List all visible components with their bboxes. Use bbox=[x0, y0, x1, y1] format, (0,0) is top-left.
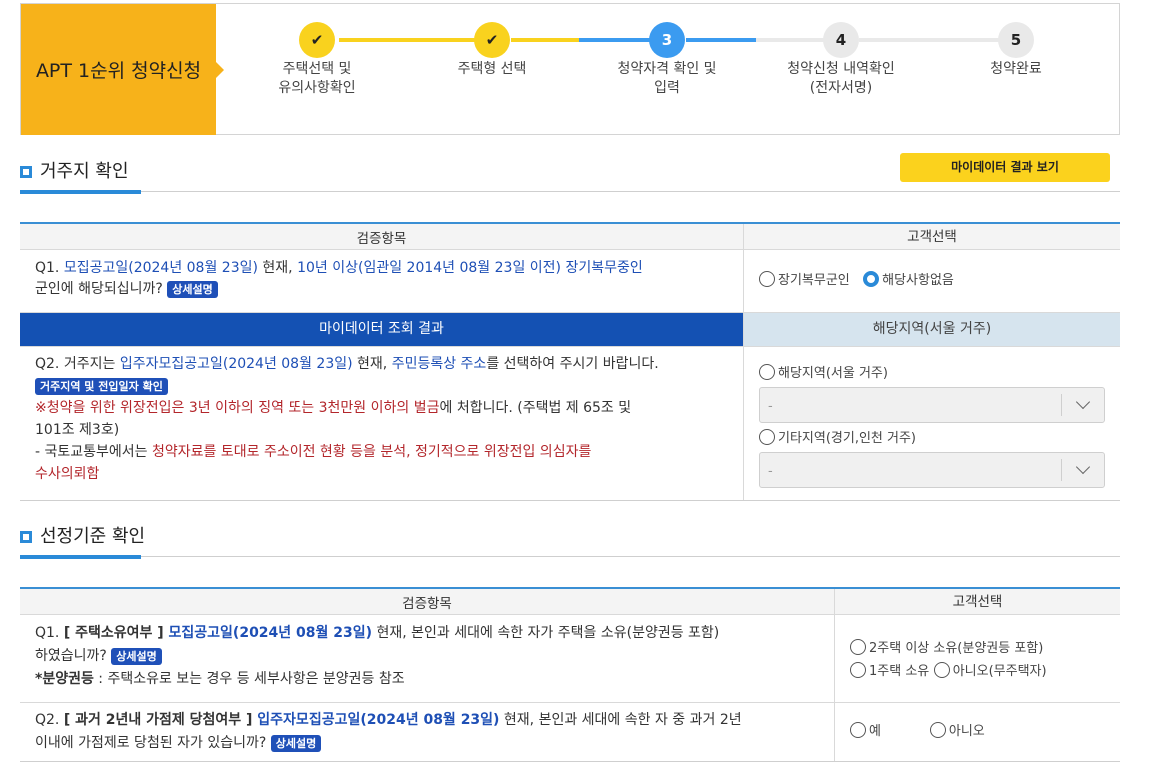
chevron-down-icon bbox=[1075, 394, 1091, 410]
mydata-result-value: 해당지역(서울 거주) bbox=[743, 313, 1120, 346]
step-4-label: 청약신청 내역확인 (전자서명) bbox=[787, 61, 895, 96]
q2-text: Q2. 거주지는 입주자모집공고일(2024년 08월 23일) 현재, 주민등… bbox=[35, 356, 659, 482]
residence-date-badge[interactable]: 거주지역 및 전입일자 확인 bbox=[35, 377, 168, 395]
step-connector bbox=[859, 38, 1019, 42]
step-3-label: 청약자격 확인 및 입력 bbox=[617, 61, 717, 96]
detail-badge[interactable]: 상세설명 bbox=[270, 734, 322, 752]
criteria-q1-text: Q1. [ 주택소유여부 ] 모집공고일(2024년 08월 23일) 현재, … bbox=[35, 625, 720, 687]
radio-no-house[interactable] bbox=[933, 662, 950, 678]
radio-one-house[interactable] bbox=[850, 662, 866, 678]
radio-two-or-more-houses[interactable] bbox=[850, 639, 866, 655]
q2-options: 해당지역(서울 거주) - 기타지역(경기,인천 거주) - bbox=[743, 347, 1120, 500]
step-connector bbox=[686, 38, 756, 42]
radio-other-area[interactable] bbox=[759, 429, 775, 445]
step-4-circle: 4 bbox=[823, 22, 859, 58]
page-title: APT 1순위 청약신청 bbox=[21, 4, 224, 135]
radio-local-area[interactable] bbox=[759, 364, 775, 380]
local-area-select[interactable]: - bbox=[759, 387, 1105, 423]
radio-not-applicable[interactable] bbox=[863, 271, 880, 287]
q1-text: Q1. 모집공고일(2024년 08월 23일) 현재, 10년 이상(임관일 … bbox=[35, 260, 643, 298]
detail-badge[interactable]: 상세설명 bbox=[111, 647, 162, 665]
criteria-table: 검증항목 고객선택 Q1. [ 주택소유여부 ] 모집공고일(2024년 08월… bbox=[20, 587, 1120, 762]
detail-badge[interactable]: 상세설명 bbox=[167, 280, 218, 298]
chevron-down-icon bbox=[1075, 459, 1091, 475]
section-underline bbox=[20, 555, 141, 559]
section-criteria-header: 선정기준 확인 bbox=[20, 519, 1120, 559]
step-progress: APT 1순위 청약신청 ✔ 주택선택 및 유의사항확인 ✔ 주택형 선택 3 청… bbox=[20, 3, 1120, 135]
col-header-item: 검증항목 bbox=[20, 589, 834, 614]
section-underline bbox=[20, 190, 141, 194]
col-header-choice: 고객선택 bbox=[743, 224, 1120, 249]
radio-long-term-soldier[interactable] bbox=[759, 271, 775, 287]
step-3-circle: 3 bbox=[649, 22, 685, 58]
other-area-select[interactable]: - bbox=[759, 452, 1105, 488]
criteria-q1-options: 2주택 이상 소유(분양권등 포함) 1주택 소유 아니오(무주택자) bbox=[834, 615, 1120, 702]
step-1-label: 주택선택 및 유의사항확인 bbox=[278, 61, 356, 96]
step-5-circle: 5 bbox=[998, 22, 1034, 58]
mydata-result-label: 마이데이터 조회 결과 bbox=[20, 313, 743, 346]
section-square-icon bbox=[20, 531, 32, 543]
criteria-q2-options: 예 아니오 bbox=[834, 703, 1120, 761]
criteria-q2-text: Q2. [ 과거 2년내 가점제 당첨여부 ] 입주자모집공고일(2024년 0… bbox=[35, 712, 742, 752]
section-title: 선정기준 확인 bbox=[40, 526, 146, 547]
section-square-icon bbox=[20, 166, 32, 178]
residence-table: 검증항목 고객선택 Q1. 모집공고일(2024년 08월 23일) 현재, 1… bbox=[20, 222, 1120, 501]
section-residence-header: 거주지 확인 마이데이터 결과 보기 bbox=[20, 153, 1120, 194]
step-2-check-icon: ✔ bbox=[474, 22, 510, 58]
section-title: 거주지 확인 bbox=[40, 161, 129, 182]
step-2-label: 주택형 선택 bbox=[457, 61, 527, 77]
radio-yes[interactable] bbox=[850, 722, 866, 738]
step-1-check-icon: ✔ bbox=[299, 22, 335, 58]
col-header-choice: 고객선택 bbox=[834, 589, 1120, 614]
col-header-item: 검증항목 bbox=[20, 224, 743, 249]
step-connector bbox=[579, 38, 659, 42]
mydata-result-button[interactable]: 마이데이터 결과 보기 bbox=[900, 153, 1110, 182]
radio-no[interactable] bbox=[929, 722, 946, 738]
q1-options: 장기복무군인 해당사항없음 bbox=[743, 250, 1120, 312]
step-5-label: 청약완료 bbox=[990, 61, 1042, 77]
